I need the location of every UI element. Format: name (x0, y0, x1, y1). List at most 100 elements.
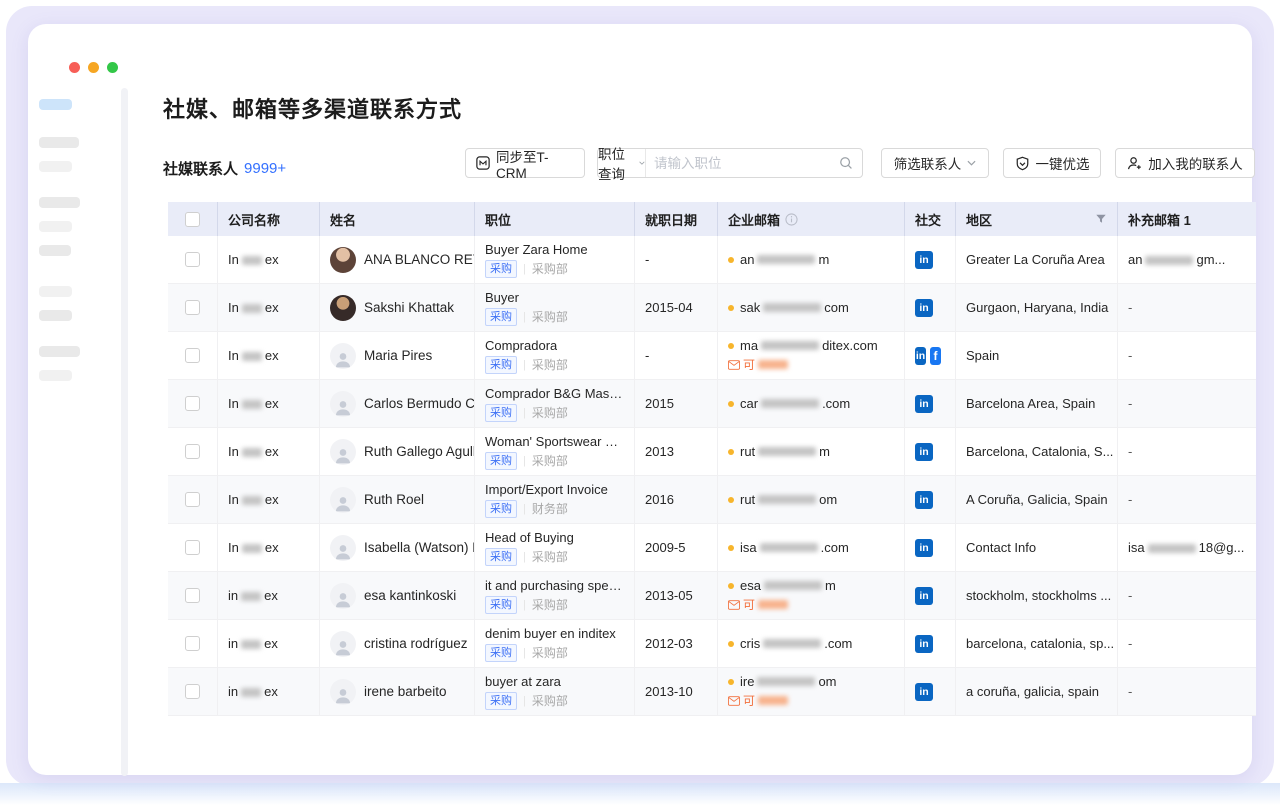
company-email[interactable]: maditex.com (728, 338, 878, 353)
row-checkbox[interactable] (185, 684, 200, 699)
linkedin-icon[interactable]: in (915, 443, 933, 461)
contact-name[interactable]: Ruth Gallego Agulló (364, 444, 475, 459)
info-icon[interactable] (785, 213, 798, 226)
contact-name[interactable]: irene barbeito (364, 684, 447, 699)
linkedin-icon[interactable]: in (915, 587, 933, 605)
filter-contacts-dropdown[interactable]: 筛选联系人 (881, 148, 989, 178)
sidebar-item-placeholder[interactable] (39, 310, 72, 321)
contact-count[interactable]: 9999+ (244, 160, 286, 177)
position-cell: Comprador B&G Massi... 采购|采购部 (475, 380, 635, 427)
linkedin-icon[interactable]: in (915, 539, 933, 557)
sidebar-item-placeholder[interactable] (39, 197, 80, 208)
company-name: Inex (218, 428, 320, 475)
company-email[interactable]: car.com (728, 396, 850, 411)
contact-name-cell: Maria Pires (320, 332, 475, 379)
contact-name[interactable]: ANA BLANCO REY (364, 252, 475, 267)
facebook-icon[interactable]: f (930, 347, 941, 365)
purchase-tag: 采购 (485, 356, 517, 374)
email-deliverable-badge: 可 (728, 596, 788, 613)
optimize-button-label: 一键优选 (1036, 153, 1090, 173)
position-type-dropdown[interactable]: 职位查询 (598, 149, 646, 177)
company-email[interactable]: anm (728, 252, 829, 267)
department-label: 采购部 (532, 308, 568, 325)
email-deliverable-badge: 可 (728, 356, 788, 373)
close-window-icon[interactable] (69, 62, 80, 73)
company-email[interactable]: cris.com (728, 636, 852, 651)
contact-name[interactable]: Isabella (Watson) L... (364, 540, 475, 555)
row-checkbox[interactable] (185, 396, 200, 411)
position-search-input[interactable] (646, 149, 839, 177)
department-label: 采购部 (532, 644, 568, 661)
row-checkbox[interactable] (185, 588, 200, 603)
sidebar-item-placeholder[interactable] (39, 161, 72, 172)
sidebar-item-placeholder[interactable] (39, 370, 72, 381)
chevron-down-icon (639, 160, 645, 166)
company-email[interactable]: ireom (728, 674, 837, 689)
position-title: buyer at zara (485, 674, 561, 689)
contact-name[interactable]: Ruth Roel (364, 492, 424, 507)
contact-name-cell: irene barbeito (320, 668, 475, 715)
row-checkbox[interactable] (185, 636, 200, 651)
linkedin-icon[interactable]: in (915, 635, 933, 653)
table-row: Inex ANA BLANCO REY Buyer Zara Home 采购|采… (168, 236, 1256, 284)
contact-name[interactable]: Sakshi Khattak (364, 300, 454, 315)
company-email[interactable]: esam (728, 578, 836, 593)
linkedin-icon[interactable]: in (915, 347, 926, 365)
linkedin-icon[interactable]: in (915, 299, 933, 317)
row-checkbox[interactable] (185, 444, 200, 459)
select-all-checkbox[interactable] (185, 212, 200, 227)
contact-name[interactable]: Carlos Bermudo Cr... (364, 396, 475, 411)
company-name: Inex (218, 380, 320, 427)
row-checkbox[interactable] (185, 540, 200, 555)
one-click-optimize-button[interactable]: 一键优选 (1003, 148, 1101, 178)
linkedin-icon[interactable]: in (915, 491, 933, 509)
social-cell: in (905, 476, 956, 523)
linkedin-icon[interactable]: in (915, 395, 933, 413)
envelope-icon (728, 696, 740, 706)
sidebar-item-placeholder[interactable] (39, 286, 72, 297)
linkedin-icon[interactable]: in (915, 683, 933, 701)
envelope-icon (728, 360, 740, 370)
avatar (330, 583, 356, 609)
row-checkbox[interactable] (185, 348, 200, 363)
sidebar-item-placeholder[interactable] (39, 221, 72, 232)
minimize-window-icon[interactable] (88, 62, 99, 73)
avatar (330, 535, 356, 561)
company-email[interactable]: rutm (728, 444, 830, 459)
company-name: inex (218, 572, 320, 619)
region: Barcelona, Catalonia, S... (956, 428, 1118, 475)
sidebar-item-active[interactable] (39, 99, 72, 110)
table-row: inex esa kantinkoski it and purchasing s… (168, 572, 1256, 620)
window-controls (69, 62, 118, 73)
hire-date: 2016 (635, 476, 718, 523)
sidebar-item-placeholder[interactable] (39, 346, 80, 357)
avatar (330, 487, 356, 513)
filter-funnel-icon[interactable] (1095, 213, 1107, 225)
column-header: 社交 (905, 202, 956, 236)
contact-name-cell: ANA BLANCO REY (320, 236, 475, 283)
company-email[interactable]: rutom (728, 492, 837, 507)
row-checkbox[interactable] (185, 492, 200, 507)
add-to-my-contacts-button[interactable]: 加入我的联系人 (1115, 148, 1255, 178)
table-row: inex cristina rodríguez denim buyer en i… (168, 620, 1256, 668)
social-cell: in (905, 236, 956, 283)
row-checkbox[interactable] (185, 300, 200, 315)
contact-name-cell: Isabella (Watson) L... (320, 524, 475, 571)
sidebar-item-placeholder[interactable] (39, 137, 79, 148)
contact-name[interactable]: cristina rodríguez (364, 636, 468, 651)
linkedin-icon[interactable]: in (915, 251, 933, 269)
sidebar-item-placeholder[interactable] (39, 245, 71, 256)
envelope-icon (728, 600, 740, 610)
person-avatar-icon (333, 397, 353, 417)
company-email[interactable]: sakcom (728, 300, 849, 315)
contact-count-row: 社媒联系人 9999+ (163, 153, 286, 183)
filter-contacts-label: 筛选联系人 (894, 153, 962, 173)
contact-name[interactable]: Maria Pires (364, 348, 432, 363)
row-checkbox[interactable] (185, 252, 200, 267)
maximize-window-icon[interactable] (107, 62, 118, 73)
company-email[interactable]: isa.com (728, 540, 849, 555)
search-icon[interactable] (839, 149, 862, 177)
sync-to-crm-button[interactable]: 同步至T-CRM (465, 148, 585, 178)
position-title: Buyer Zara Home (485, 242, 588, 257)
contact-name[interactable]: esa kantinkoski (364, 588, 456, 603)
